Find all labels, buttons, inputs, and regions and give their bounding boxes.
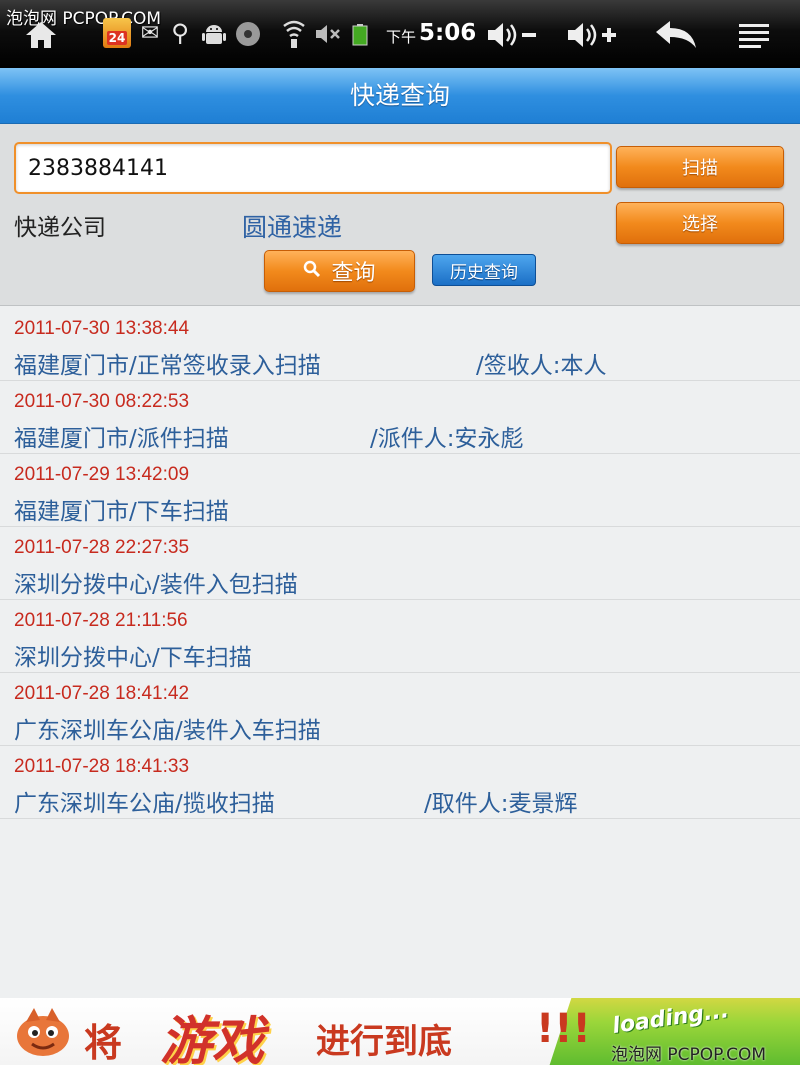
disc-icon [234, 20, 262, 48]
result-person: /签收人:本人 [476, 353, 607, 379]
list-item: 2011-07-28 18:41:42 广东深圳车公庙/装件入车扫描 [0, 673, 800, 746]
result-place: 广东深圳车公庙/装件入车扫描 [14, 718, 321, 744]
android-icon [200, 20, 228, 48]
result-place: 广东深圳车公庙/揽收扫描 [14, 791, 275, 817]
list-item: 2011-07-28 21:11:56 深圳分拨中心/下车扫描 [0, 600, 800, 673]
calendar-icon: 24 [103, 18, 131, 48]
choose-company-button[interactable]: 选择 [616, 202, 784, 244]
result-time: 2011-07-30 13:38:44 [14, 318, 190, 339]
result-place: 深圳分拨中心/装件入包扫描 [14, 572, 298, 598]
status-ampm: 下午 [386, 28, 417, 46]
result-person: /派件人:安永彪 [370, 426, 524, 452]
calendar-badge: 24 [106, 31, 128, 45]
list-item: 2011-07-30 08:22:53 福建厦门市/派件扫描 /派件人:安永彪 [0, 381, 800, 454]
wifi-icon [282, 18, 306, 50]
mascot-icon [12, 1004, 74, 1060]
banner-text-4: !!! [536, 1006, 591, 1052]
title-bar: 快递查询 [0, 68, 800, 124]
mute-icon [314, 22, 344, 46]
result-time: 2011-07-28 18:41:42 [14, 683, 190, 704]
result-place: 福建厦门市/下车扫描 [14, 499, 229, 525]
scan-button[interactable]: 扫描 [616, 146, 784, 188]
home-icon[interactable] [24, 20, 58, 50]
result-time: 2011-07-29 13:42:09 [14, 464, 190, 485]
page-title: 快递查询 [349, 81, 450, 110]
result-place: 福建厦门市/正常签收录入扫描 [14, 353, 321, 379]
result-time: 2011-07-28 21:11:56 [14, 610, 188, 631]
company-label: 快递公司 [14, 215, 106, 241]
search-icon [303, 260, 321, 283]
history-query-button[interactable]: 历史查询 [432, 254, 536, 286]
banner-text-1: 将 [84, 1020, 123, 1065]
banner-text-2: 游戏 [160, 1011, 265, 1065]
banner-text-3: 进行到底 [316, 1022, 452, 1062]
volume-down-icon[interactable] [484, 18, 540, 52]
query-label: 查询 [331, 261, 376, 286]
result-time: 2011-07-28 22:27:35 [14, 537, 190, 558]
result-time: 2011-07-30 08:22:53 [14, 391, 190, 412]
battery-icon [352, 24, 368, 46]
mail-icon: ✉ [140, 20, 160, 46]
result-person: /取件人:麦景辉 [424, 791, 578, 817]
tracking-number-input[interactable] [14, 142, 612, 194]
watermark-bottom: 泡泡网 PCPOP.COM [611, 1045, 767, 1065]
result-time: 2011-07-28 18:41:33 [14, 756, 190, 777]
company-value: 圆通速递 [242, 213, 343, 242]
list-item: 2011-07-30 13:38:44 福建厦门市/正常签收录入扫描 /签收人:… [0, 308, 800, 381]
list-item: 2011-07-29 13:42:09 福建厦门市/下车扫描 [0, 454, 800, 527]
menu-icon[interactable] [736, 20, 772, 50]
search-panel: 扫描 选择 快递公司 圆通速递 查询 历史查询 [0, 124, 800, 306]
volume-up-icon[interactable] [564, 18, 620, 52]
tracking-results-list: 2011-07-30 13:38:44 福建厦门市/正常签收录入扫描 /签收人:… [0, 308, 800, 819]
query-button[interactable]: 查询 [264, 250, 415, 292]
usb-icon: ⚲ [171, 19, 189, 47]
list-item: 2011-07-28 22:27:35 深圳分拨中心/装件入包扫描 [0, 527, 800, 600]
back-icon[interactable] [652, 18, 700, 52]
status-clock: 5:06 [419, 20, 477, 46]
status-bar: 泡泡网 PCPOP.COM 24 ✉ ⚲ 下午 5:06 [0, 0, 800, 68]
result-place: 福建厦门市/派件扫描 [14, 426, 229, 452]
list-item: 2011-07-28 18:41:33 广东深圳车公庙/揽收扫描 /取件人:麦景… [0, 746, 800, 819]
result-place: 深圳分拨中心/下车扫描 [14, 645, 252, 671]
